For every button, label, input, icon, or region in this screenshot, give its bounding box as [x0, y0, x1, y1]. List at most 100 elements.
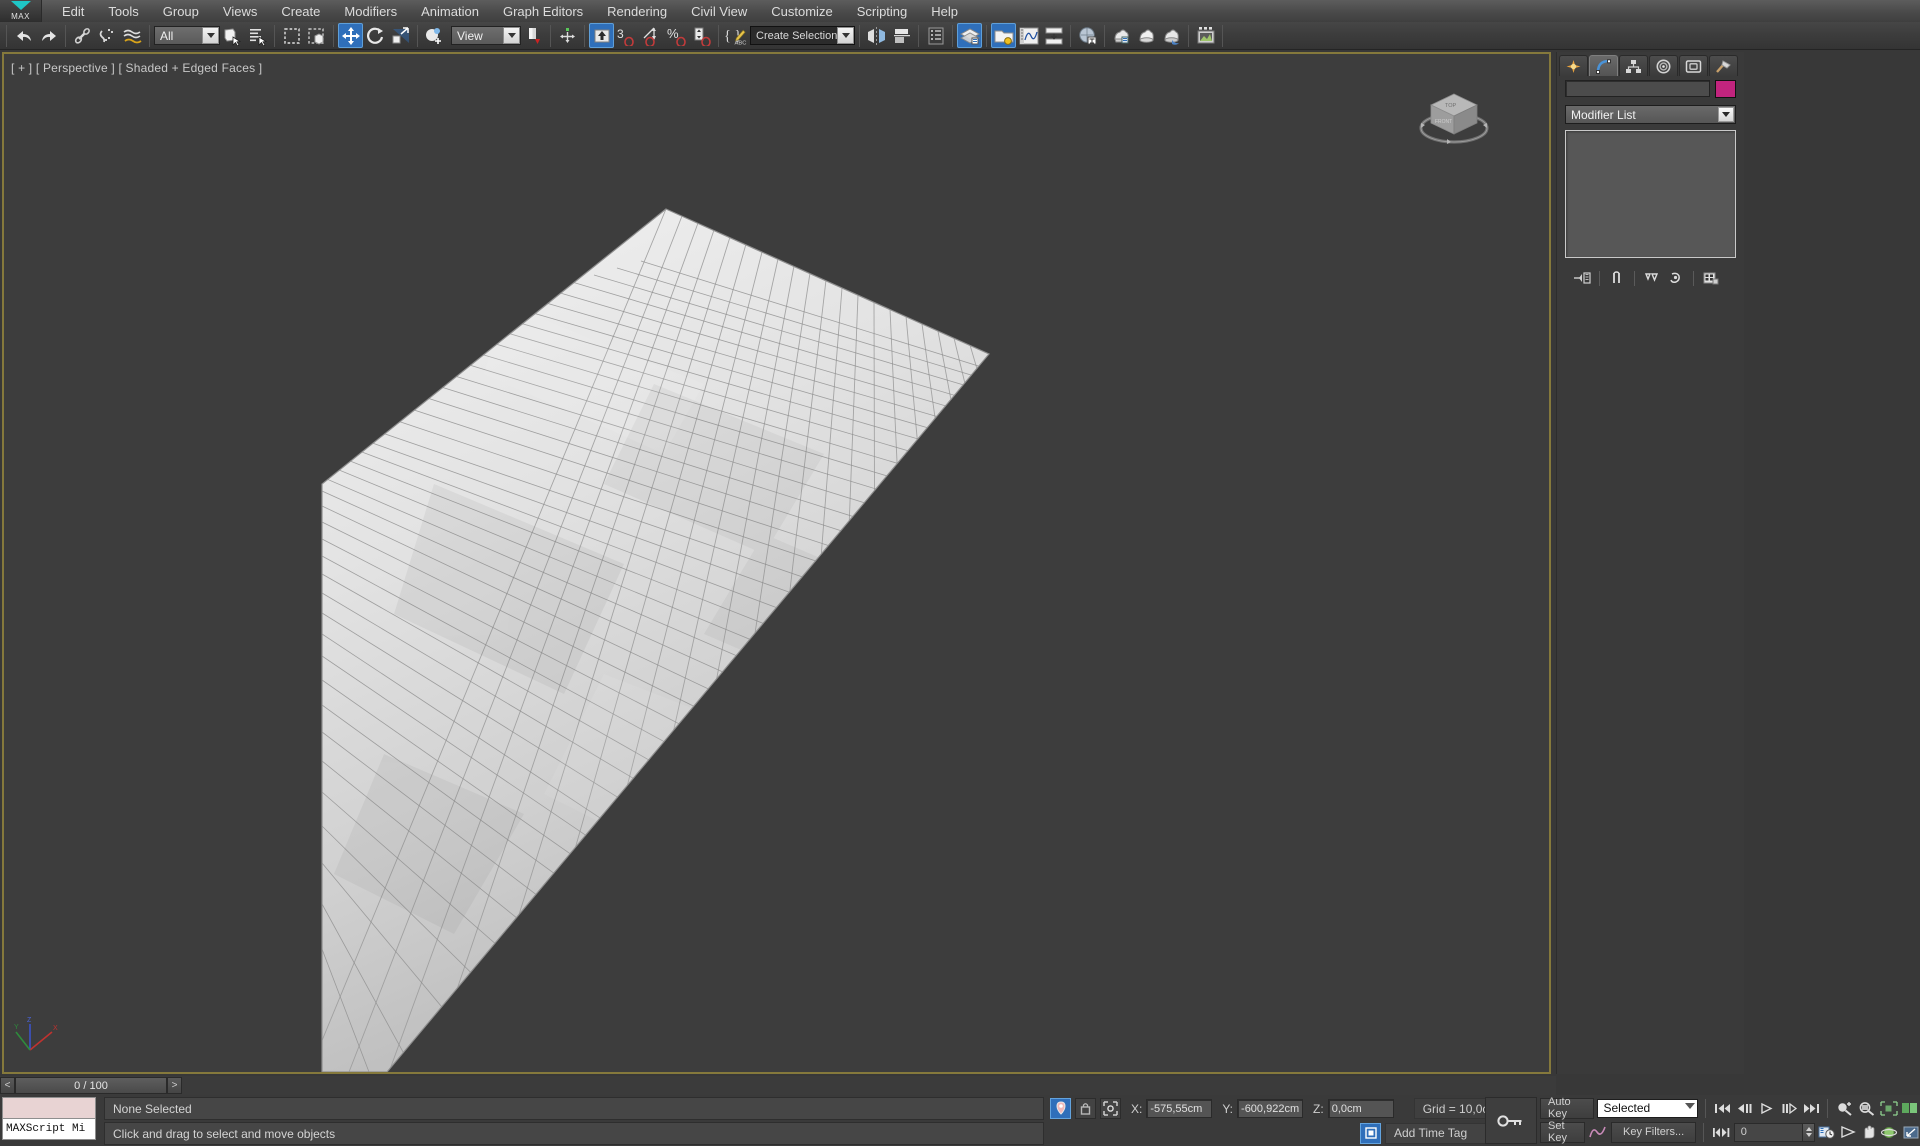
menu-item-customize[interactable]: Customize: [759, 2, 844, 21]
menu-item-graph-editors[interactable]: Graph Editors: [491, 2, 595, 21]
manage-links-button[interactable]: [991, 23, 1016, 48]
make-unique-button[interactable]: [1641, 268, 1663, 288]
view-cube[interactable]: TOP FRONT: [1415, 82, 1493, 152]
auto-key-button[interactable]: Auto Key: [1540, 1096, 1595, 1120]
selection-filter-combo[interactable]: All: [154, 26, 220, 45]
motion-tab[interactable]: [1649, 55, 1678, 76]
selection-lock-button[interactable]: [1075, 1098, 1096, 1119]
zoom-extents-button[interactable]: [1879, 1098, 1898, 1119]
menu-item-scripting[interactable]: Scripting: [845, 2, 920, 21]
zoom-all-button[interactable]: [1857, 1098, 1876, 1119]
object-color-swatch[interactable]: [1715, 80, 1736, 98]
scene-explorer-button[interactable]: [957, 23, 982, 48]
reference-coord-system-combo[interactable]: View: [451, 26, 521, 45]
rendered-frame-window-button[interactable]: [1134, 23, 1159, 48]
material-editor-button[interactable]: [1075, 23, 1100, 48]
zoom-region-button[interactable]: [1901, 1098, 1920, 1119]
isolate-selection-button[interactable]: [1050, 1098, 1071, 1119]
select-and-link-button[interactable]: [70, 23, 95, 48]
render-production-button[interactable]: [1159, 23, 1184, 48]
redo-button[interactable]: [36, 23, 61, 48]
create-tab[interactable]: [1559, 55, 1588, 76]
go-to-start-button[interactable]: [1713, 1098, 1732, 1119]
activeshade-button[interactable]: [1193, 23, 1218, 48]
y-coordinate-field[interactable]: -600,922cm: [1237, 1099, 1304, 1118]
hierarchy-tab[interactable]: [1619, 55, 1648, 76]
unlink-selection-button[interactable]: [95, 23, 120, 48]
menu-item-modifiers[interactable]: Modifiers: [332, 2, 409, 21]
select-and-rotate-button[interactable]: [363, 23, 388, 48]
absolute-relative-transform-button[interactable]: [1100, 1098, 1121, 1119]
select-object-button[interactable]: [220, 23, 245, 48]
time-tag-icon-button[interactable]: [1360, 1122, 1381, 1144]
menu-item-animation[interactable]: Animation: [409, 2, 491, 21]
display-tab[interactable]: [1679, 55, 1708, 76]
select-by-name-button[interactable]: [245, 23, 270, 48]
menu-item-edit[interactable]: Edit: [50, 2, 96, 21]
maximize-viewport-button[interactable]: [1902, 1122, 1920, 1143]
previous-frame-button[interactable]: [1735, 1098, 1754, 1119]
menu-item-help[interactable]: Help: [919, 2, 970, 21]
time-slider-track[interactable]: [182, 1076, 1556, 1095]
spinner-arrows-icon[interactable]: [1802, 1123, 1814, 1141]
render-setup-button[interactable]: [1109, 23, 1134, 48]
chevron-down-icon[interactable]: [837, 27, 854, 44]
time-slider-handle[interactable]: 0 / 100: [15, 1077, 167, 1094]
rectangular-selection-region-button[interactable]: [279, 23, 304, 48]
spinner-snap-toggle-button[interactable]: [689, 23, 714, 48]
time-slider-prev-button[interactable]: <: [0, 1077, 15, 1094]
align-button[interactable]: [889, 23, 914, 48]
key-curve-icon[interactable]: [1588, 1122, 1608, 1143]
time-configuration-button[interactable]: [1818, 1122, 1836, 1143]
app-logo[interactable]: MAX: [0, 0, 42, 22]
edit-named-selection-sets-button[interactable]: { } ABC: [723, 23, 748, 48]
chevron-down-icon[interactable]: [1685, 1102, 1696, 1109]
show-end-result-button[interactable]: [1606, 268, 1628, 288]
play-animation-button[interactable]: [1757, 1098, 1776, 1119]
menu-item-views[interactable]: Views: [211, 2, 269, 21]
undo-button[interactable]: [11, 23, 36, 48]
chevron-down-icon[interactable]: [1718, 107, 1734, 122]
pin-stack-button[interactable]: [1571, 268, 1593, 288]
go-to-end-button[interactable]: [1801, 1098, 1820, 1119]
use-pivot-point-center-button[interactable]: [422, 23, 447, 48]
select-and-manipulate-button[interactable]: [555, 23, 580, 48]
use-center-button[interactable]: [521, 23, 546, 48]
menu-item-group[interactable]: Group: [151, 2, 211, 21]
maxscript-input-field[interactable]: [2, 1097, 96, 1119]
layer-explorer-button[interactable]: [923, 23, 948, 48]
schematic-view-button[interactable]: [1041, 23, 1066, 48]
orbit-button[interactable]: [1881, 1122, 1899, 1143]
utilities-tab[interactable]: [1709, 55, 1738, 76]
chevron-down-icon[interactable]: [202, 27, 219, 44]
selection-level-combo[interactable]: Selected: [1597, 1098, 1699, 1118]
modify-tab[interactable]: [1589, 55, 1618, 76]
x-coordinate-field[interactable]: -575,55cm: [1146, 1099, 1213, 1118]
current-frame-field[interactable]: 0: [1733, 1122, 1815, 1142]
menu-item-tools[interactable]: Tools: [96, 2, 150, 21]
angle-snap-toggle-button[interactable]: [639, 23, 664, 48]
key-mode-navigation-icon[interactable]: [1711, 1122, 1731, 1143]
bind-to-space-warp-button[interactable]: [120, 23, 145, 48]
chevron-down-icon[interactable]: [503, 27, 520, 44]
zoom-button[interactable]: [1835, 1098, 1854, 1119]
configure-modifier-sets-button[interactable]: [1700, 268, 1722, 288]
mirror-button[interactable]: [864, 23, 889, 48]
object-name-field[interactable]: [1565, 80, 1710, 97]
time-slider-next-button[interactable]: >: [167, 1077, 182, 1094]
key-filters-button[interactable]: Key Filters...: [1611, 1121, 1696, 1143]
key-mode-toggle-button[interactable]: [1485, 1097, 1537, 1144]
menu-item-rendering[interactable]: Rendering: [595, 2, 679, 21]
select-and-move-button[interactable]: [338, 23, 363, 48]
menu-item-civil-view[interactable]: Civil View: [679, 2, 759, 21]
named-selection-sets-combo[interactable]: Create Selection Se: [750, 26, 855, 45]
set-key-button[interactable]: Set Key: [1540, 1120, 1586, 1144]
window-crossing-button[interactable]: [304, 23, 329, 48]
next-frame-button[interactable]: [1779, 1098, 1798, 1119]
pan-view-button[interactable]: [1860, 1122, 1878, 1143]
snaps-toggle-button[interactable]: [589, 23, 614, 48]
modifier-stack[interactable]: [1565, 130, 1736, 258]
curve-editor-button[interactable]: [1016, 23, 1041, 48]
add-time-tag-button[interactable]: Add Time Tag: [1385, 1122, 1495, 1144]
percent-snap-toggle-button[interactable]: %: [664, 23, 689, 48]
